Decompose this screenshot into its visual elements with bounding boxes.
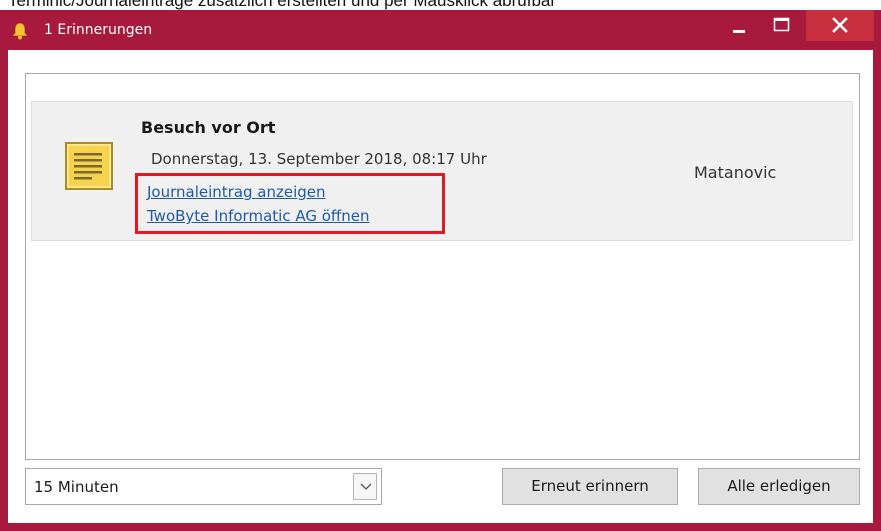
snooze-dropdown-button[interactable] (353, 473, 377, 500)
page: Terminic/Journaleinträge zusätzlich erst… (0, 0, 881, 531)
reminder-list[interactable]: Besuch vor Ort Donnerstag, 13. September… (25, 73, 860, 460)
snooze-selected-value: 15 Minuten (34, 478, 119, 496)
maximize-button[interactable] (764, 10, 798, 41)
bell-icon (12, 23, 28, 40)
snooze-dropdown[interactable]: 15 Minuten (25, 468, 382, 505)
journal-note-icon (65, 142, 113, 190)
open-company-link[interactable]: TwoByte Informatic AG öffnen (147, 206, 369, 226)
minimize-button[interactable] (722, 10, 756, 41)
close-button[interactable] (806, 10, 874, 41)
reminder-item[interactable]: Besuch vor Ort Donnerstag, 13. September… (31, 101, 853, 241)
close-icon (832, 17, 848, 33)
reminders-window: 1 Erinnerungen Besuch vor Ort Donnerstag… (0, 10, 881, 531)
open-journal-entry-link[interactable]: Journaleintrag anzeigen (147, 182, 326, 202)
dismiss-all-button[interactable]: Alle erledigen (698, 468, 860, 505)
maximize-icon (773, 17, 790, 32)
chevron-down-icon (360, 483, 372, 490)
minimize-icon (733, 30, 745, 33)
window-content: Besuch vor Ort Donnerstag, 13. September… (8, 50, 873, 523)
remind-again-button[interactable]: Erneut erinnern (502, 468, 678, 505)
reminder-datetime: Donnerstag, 13. September 2018, 08:17 Uh… (151, 150, 487, 168)
title-bar[interactable]: 1 Erinnerungen (0, 10, 881, 50)
reminder-owner: Matanovic (694, 163, 777, 182)
window-title: 1 Erinnerungen (44, 22, 153, 38)
reminder-title: Besuch vor Ort (141, 118, 276, 137)
